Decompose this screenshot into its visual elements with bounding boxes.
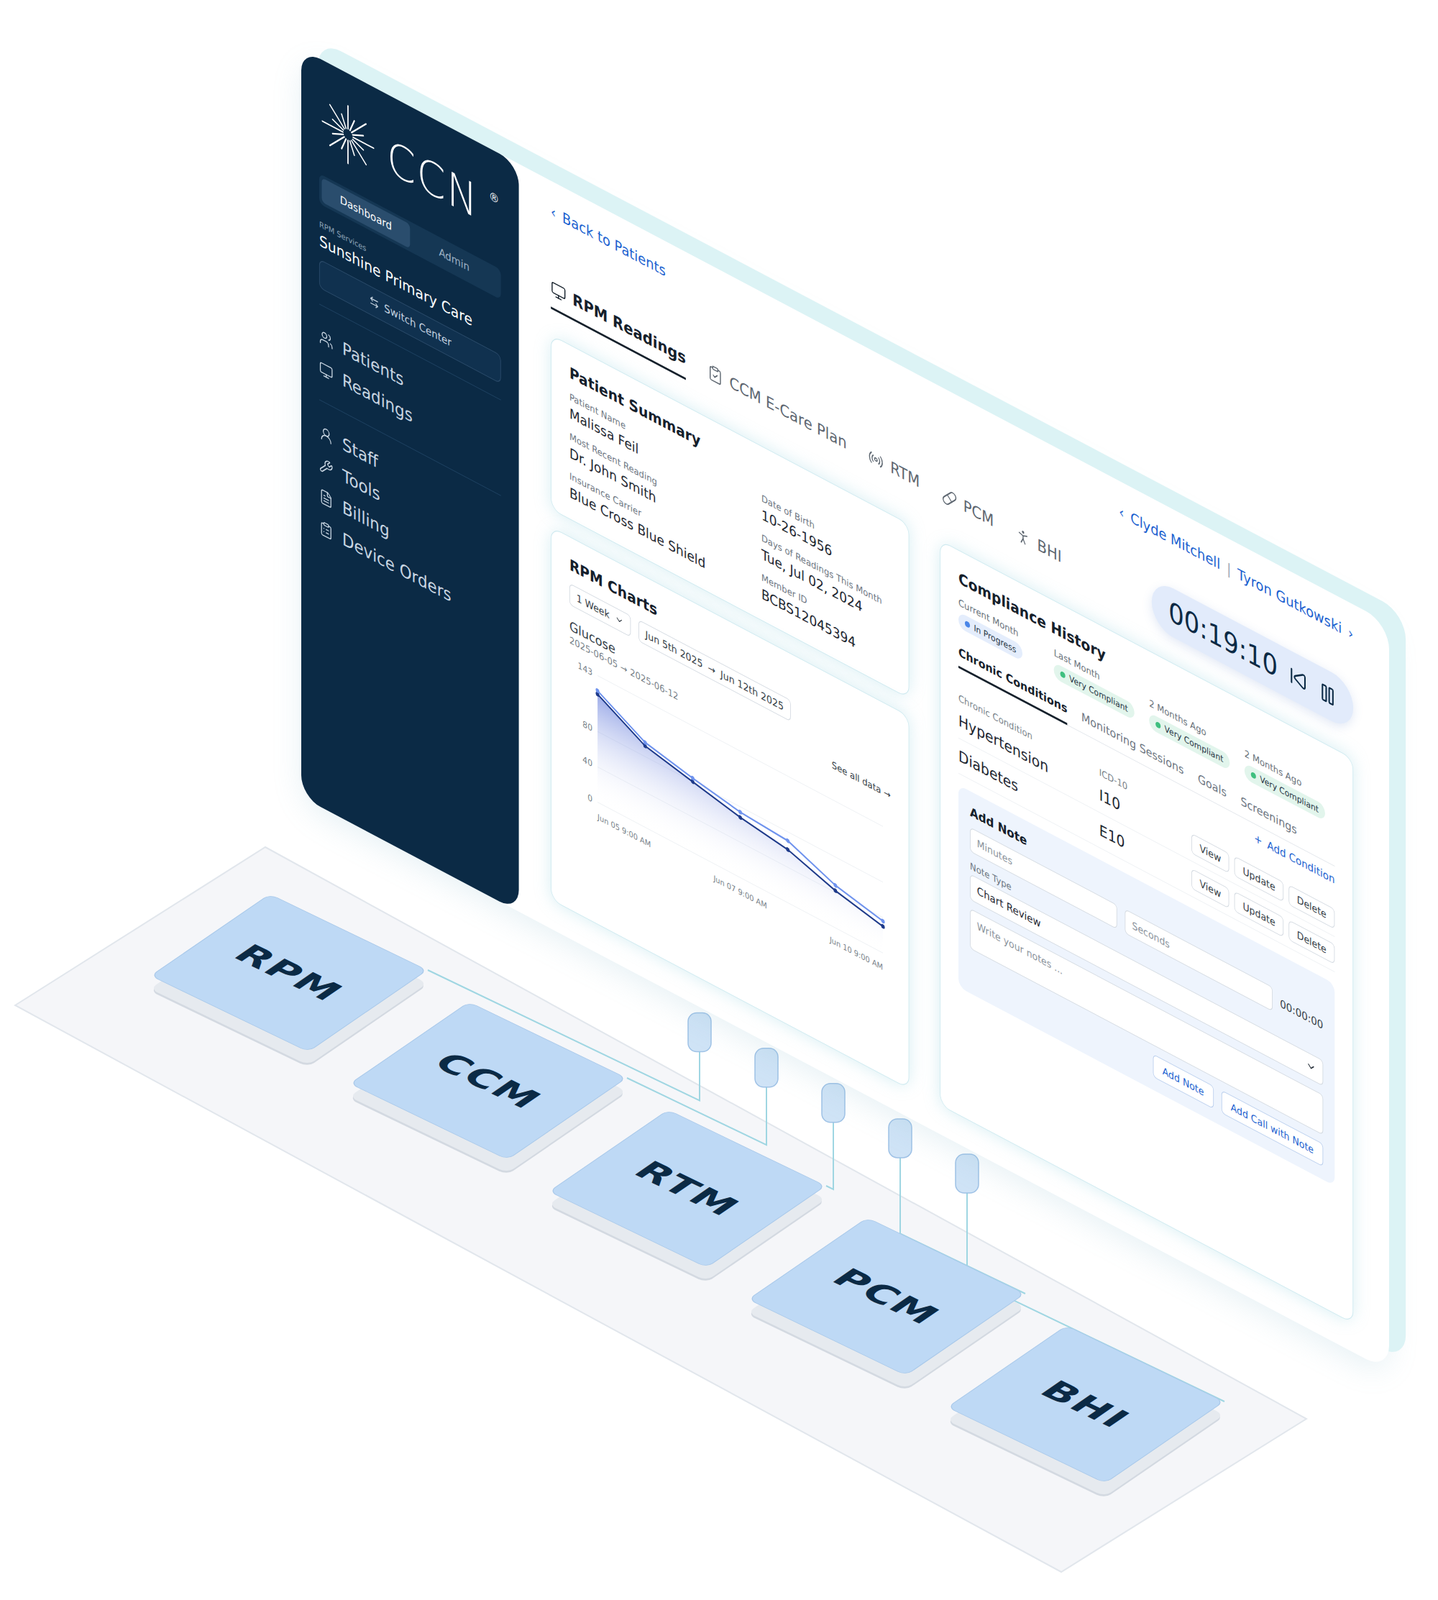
status-dot [1251,770,1257,780]
data-point[interactable] [785,846,790,853]
svg-text:143: 143 [578,660,593,679]
nav-icon [319,455,334,479]
field-label: Patient Name [569,391,749,497]
x-label: Jun 05 9:00 AM [596,811,651,850]
status-dot [1155,720,1161,730]
patient-link[interactable]: Clyde Mitchell [1130,508,1221,574]
tab-icon [1015,524,1031,550]
prev-patient-icon[interactable]: ‹ [1118,502,1124,523]
skip-back-icon[interactable] [1289,664,1308,694]
nav-icon [319,327,334,351]
data-point[interactable] [738,808,743,816]
series-area [597,693,883,953]
elapsed-time: 00:00:00 [1279,996,1323,1033]
data-point[interactable] [643,739,648,746]
action-button[interactable]: View [1191,868,1230,909]
module-cable [821,1083,845,1190]
service-tab[interactable]: PCM [941,484,994,543]
back-link[interactable]: ‹Back to Patients [550,202,666,280]
action-button[interactable]: View [1191,833,1230,874]
sidebar-tab[interactable]: Admin [409,224,499,296]
plug-icon [754,1048,778,1088]
data-point[interactable] [690,775,695,782]
plug-icon [688,1013,712,1052]
chevron-down-icon [1305,1058,1316,1076]
tab-icon [707,361,723,387]
nav-item[interactable]: Device Orders [319,510,502,638]
action-button[interactable]: Delete [1288,919,1335,965]
svg-text:40: 40 [582,753,593,769]
left-column: Patient SummaryPatient NameMalissa FeilM… [550,334,909,1089]
glucose-chart: 143 80 40 0Jun 05 9:00 AM Jun 07 9:00 AM Jun … [569,650,890,986]
separator: | [1226,559,1231,579]
data-point[interactable] [595,687,599,694]
starburst-logo-icon [319,86,377,182]
module-label: RTM [624,1155,750,1223]
next-patient-icon[interactable]: › [1348,623,1354,644]
nav-item[interactable]: Readings [319,351,502,479]
chevron-down-icon [614,612,624,628]
module-label: BHI [1031,1374,1140,1434]
see-all-link[interactable]: See all data → [831,759,891,801]
sidebar: CCN®DashboardAdminRPM ServicesSunshine P… [301,48,520,912]
date-range[interactable]: Jun 5th 2025→Jun 12th 2025 [638,619,791,722]
module-label: RPM [225,939,354,1008]
plug-icon [888,1118,912,1158]
sub-tab[interactable]: Chronic Conditions [958,644,1067,726]
sub-tab[interactable]: Goals [1197,771,1227,810]
plug-icon [821,1083,845,1123]
service-tab[interactable]: RTM [868,446,920,505]
svg-text:80: 80 [582,718,593,734]
data-point[interactable] [785,837,790,845]
tab-icon [550,278,566,305]
action-button[interactable]: Delete [1288,884,1335,929]
series-line [595,690,885,930]
plug-icon [955,1153,979,1193]
service-tab[interactable]: BHI [1015,524,1062,579]
series-line [595,687,885,924]
data-point[interactable] [880,918,885,925]
logo-text: CCN [386,128,479,231]
nav-icon [319,518,334,542]
sidebar-tab[interactable]: Dashboard [321,177,410,249]
page: CCN®DashboardAdminRPM ServicesSunshine P… [0,0,1438,1600]
sub-tab[interactable]: Monitoring Sessions [1081,709,1184,787]
data-point[interactable] [738,813,743,821]
module-label: CCM [424,1046,552,1115]
svg-text:0: 0 [587,791,593,805]
status-dot [1060,670,1066,679]
x-label: Jun 07 9:00 AM [713,872,768,911]
data-point[interactable] [833,882,837,889]
nav-icon [319,486,334,510]
nav-icon [319,423,334,447]
note-type-select[interactable]: Chart Review [969,873,1323,1086]
module-label: PCM [823,1262,950,1331]
tab-icon [941,485,957,511]
field-label: Most Recent Reading [569,430,749,537]
data-point[interactable] [880,923,885,930]
switch-arrows-icon [368,294,379,312]
summary-column: Date of Birth10-26-1956Days of Readings … [761,492,891,670]
registered-mark: ® [488,188,499,208]
pause-icon[interactable] [1318,679,1337,709]
patient-link[interactable]: Tyron Gutkowski [1237,565,1342,638]
data-point[interactable] [833,887,837,894]
nav-icon [319,359,334,383]
status-dot [964,619,970,629]
tab-icon [868,446,884,472]
x-label: Jun 10 9:00 AM [829,934,883,973]
